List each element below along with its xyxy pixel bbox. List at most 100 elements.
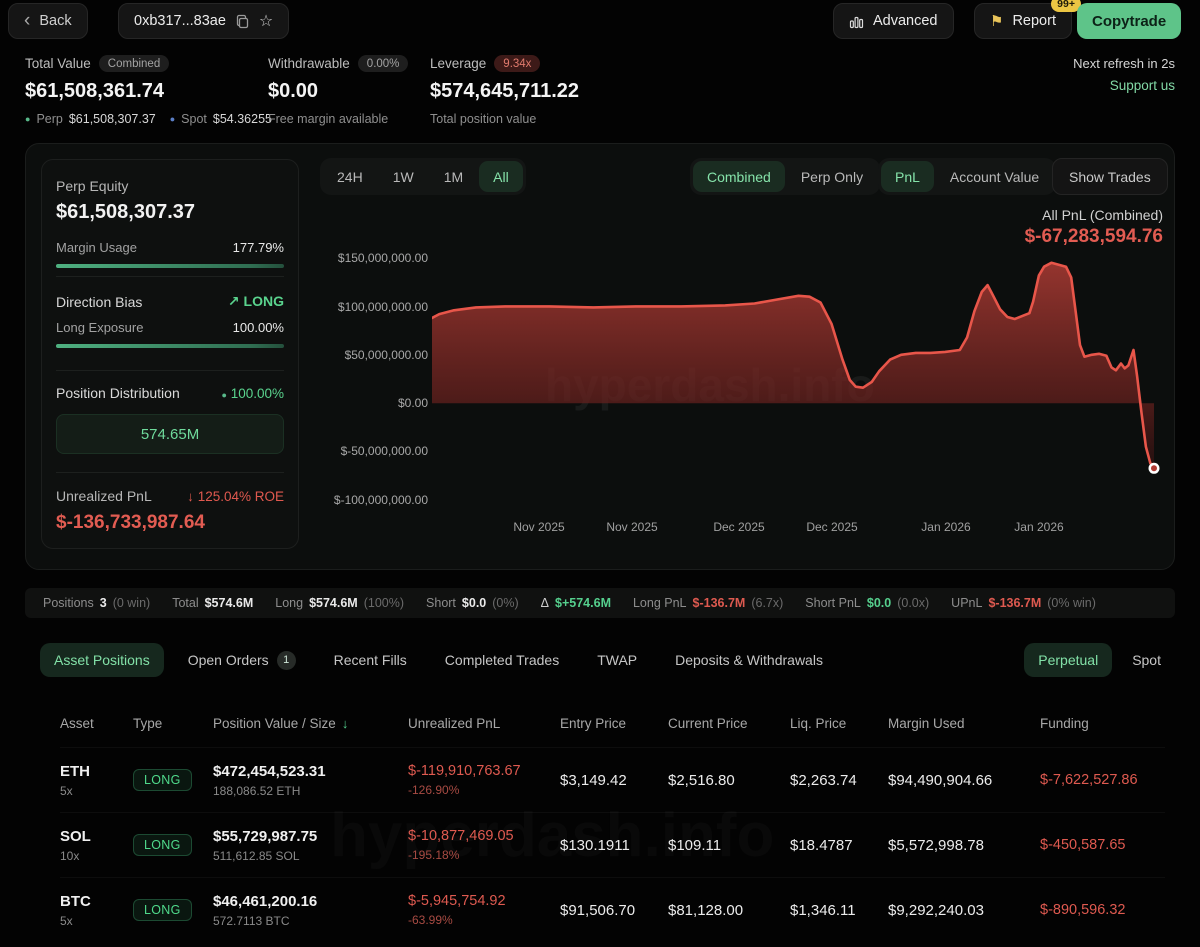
position-distribution-box[interactable]: 574.65M <box>56 414 284 454</box>
direction-bias-label: Direction Bias <box>56 294 142 310</box>
long-exposure-bar <box>56 344 284 348</box>
margin-used: $5,572,998.78 <box>888 837 1040 854</box>
bottom-tabs: Asset Positions Open Orders 1 Recent Fil… <box>40 640 1175 680</box>
pnl-area-chart[interactable] <box>432 250 1165 522</box>
col-header-position-value[interactable]: Position Value / Size ↓ <box>213 706 408 747</box>
view-pnl[interactable]: PnL <box>881 161 934 192</box>
address-pill[interactable]: 0xb317...83ae ☆ <box>118 3 289 39</box>
unrealized-pnl: $-10,877,469.05 <box>408 828 560 844</box>
sort-desc-icon: ↓ <box>342 716 349 731</box>
leverage-amount: $574,645,711.22 <box>430 80 579 103</box>
x-axis-tick: Jan 2026 <box>901 520 991 534</box>
withdrawable-amount: $0.00 <box>268 80 408 103</box>
view-account-value[interactable]: Account Value <box>936 161 1053 192</box>
range-24h[interactable]: 24H <box>323 161 377 192</box>
mode-toggle-group: Combined Perp Only <box>690 158 880 195</box>
perp-value: $61,508,307.37 <box>69 112 156 126</box>
asset-leverage: 5x <box>60 784 133 798</box>
col-header-liq-price[interactable]: Liq. Price <box>790 706 888 747</box>
entry-price: $130.1911 <box>560 837 668 854</box>
report-button[interactable]: ⚑ Report 99+ <box>974 3 1072 39</box>
position-value: $55,729,987.75 <box>213 828 408 845</box>
back-label: Back <box>39 13 71 29</box>
leverage-badge: 9.34x <box>494 55 540 72</box>
show-trades-button[interactable]: Show Trades <box>1052 158 1168 195</box>
margin-usage-bar <box>56 264 284 268</box>
all-pnl-label: All PnL (Combined) <box>1042 207 1163 223</box>
last-point-marker-core <box>1151 465 1157 471</box>
position-size: 572.7113 BTC <box>213 914 408 928</box>
mode-combined[interactable]: Combined <box>693 161 785 192</box>
copy-icon[interactable] <box>235 14 250 29</box>
tab-asset-positions[interactable]: Asset Positions <box>40 643 164 677</box>
all-pnl-value: $-67,283,594.76 <box>1025 226 1163 248</box>
wallet-address: 0xb317...83ae <box>134 13 226 29</box>
y-axis-tick: $50,000,000.00 <box>328 348 428 362</box>
liq-price: $2,263.74 <box>790 772 888 789</box>
support-us-link[interactable]: Support us <box>1110 78 1175 93</box>
advanced-button[interactable]: Advanced <box>833 3 954 39</box>
summary-long: Long $574.6M (100%) <box>275 596 404 610</box>
unrealized-pnl-pct: -126.90% <box>408 783 560 797</box>
position-distribution-label: Position Distribution <box>56 385 180 401</box>
x-axis-tick: Dec 2025 <box>694 520 784 534</box>
col-header-entry-price[interactable]: Entry Price <box>560 706 668 747</box>
funding: $-7,622,527.86 <box>1040 772 1165 788</box>
favorite-star-icon[interactable]: ☆ <box>259 11 273 31</box>
col-header-unrealized-pnl[interactable]: Unrealized PnL <box>408 706 560 747</box>
unrealized-pnl-value: $-136,733,987.64 <box>56 512 284 534</box>
toggle-perpetual[interactable]: Perpetual <box>1024 643 1112 677</box>
funding: $-890,596.32 <box>1040 902 1165 918</box>
tab-recent-fills[interactable]: Recent Fills <box>320 643 421 677</box>
col-header-funding[interactable]: Funding <box>1040 706 1165 747</box>
leverage-label: Leverage <box>430 56 486 71</box>
entry-price: $91,506.70 <box>560 902 668 919</box>
funding: $-450,587.65 <box>1040 837 1165 853</box>
tab-open-orders[interactable]: Open Orders 1 <box>174 642 310 679</box>
y-axis-tick: $100,000,000.00 <box>328 300 428 314</box>
x-axis-tick: Jan 2026 <box>994 520 1084 534</box>
direction-bias-value: ↗ LONG <box>228 293 284 310</box>
summary-short: Short $0.0 (0%) <box>426 596 519 610</box>
range-1w[interactable]: 1W <box>379 161 428 192</box>
long-exposure-value: 100.00% <box>233 320 284 335</box>
tab-deposits-withdrawals[interactable]: Deposits & Withdrawals <box>661 643 837 677</box>
y-axis-tick: $-100,000,000.00 <box>328 493 428 507</box>
toggle-spot[interactable]: Spot <box>1118 643 1175 677</box>
perp-dot-icon: ● <box>25 115 30 124</box>
position-value: $472,454,523.31 <box>213 763 408 780</box>
tab-completed-trades[interactable]: Completed Trades <box>431 643 573 677</box>
mode-perp-only[interactable]: Perp Only <box>787 161 877 192</box>
position-value: $46,461,200.16 <box>213 893 408 910</box>
withdrawable-stat: Withdrawable 0.00% $0.00 Free margin ava… <box>268 55 408 126</box>
advanced-label: Advanced <box>873 13 938 29</box>
total-value-label: Total Value <box>25 56 91 71</box>
margin-used: $94,490,904.66 <box>888 772 1040 789</box>
long-exposure-label: Long Exposure <box>56 320 143 335</box>
range-1m[interactable]: 1M <box>430 161 477 192</box>
x-axis-tick: Dec 2025 <box>787 520 877 534</box>
col-header-margin-used[interactable]: Margin Used <box>888 706 1040 747</box>
col-header-current-price[interactable]: Current Price <box>668 706 790 747</box>
leverage-sub: Total position value <box>430 112 536 126</box>
positions-summary-bar: Positions 3 (0 win) Total $574.6M Long $… <box>25 588 1175 618</box>
asset-symbol: ETH <box>60 763 133 780</box>
position-type-badge: LONG <box>133 769 192 791</box>
copytrade-button[interactable]: Copytrade <box>1077 3 1181 39</box>
divider <box>56 370 284 371</box>
positions-table: Asset Type Position Value / Size ↓ Unrea… <box>60 706 1165 942</box>
col-header-type[interactable]: Type <box>133 706 213 747</box>
col-header-asset[interactable]: Asset <box>60 706 133 747</box>
position-distribution-pct: ● 100.00% <box>222 386 285 401</box>
asset-leverage: 5x <box>60 914 133 928</box>
chevron-left-icon: ‹ <box>24 11 30 30</box>
tab-twap[interactable]: TWAP <box>583 643 651 677</box>
back-button[interactable]: ‹ Back <box>8 3 88 39</box>
unrealized-pnl-pct: -63.99% <box>408 913 560 927</box>
x-axis-tick: Nov 2025 <box>494 520 584 534</box>
combined-badge: Combined <box>99 55 169 72</box>
time-range-group: 24H 1W 1M All <box>320 158 526 195</box>
margin-used: $9,292,240.03 <box>888 902 1040 919</box>
range-all[interactable]: All <box>479 161 523 192</box>
liq-price: $1,346.11 <box>790 902 888 919</box>
